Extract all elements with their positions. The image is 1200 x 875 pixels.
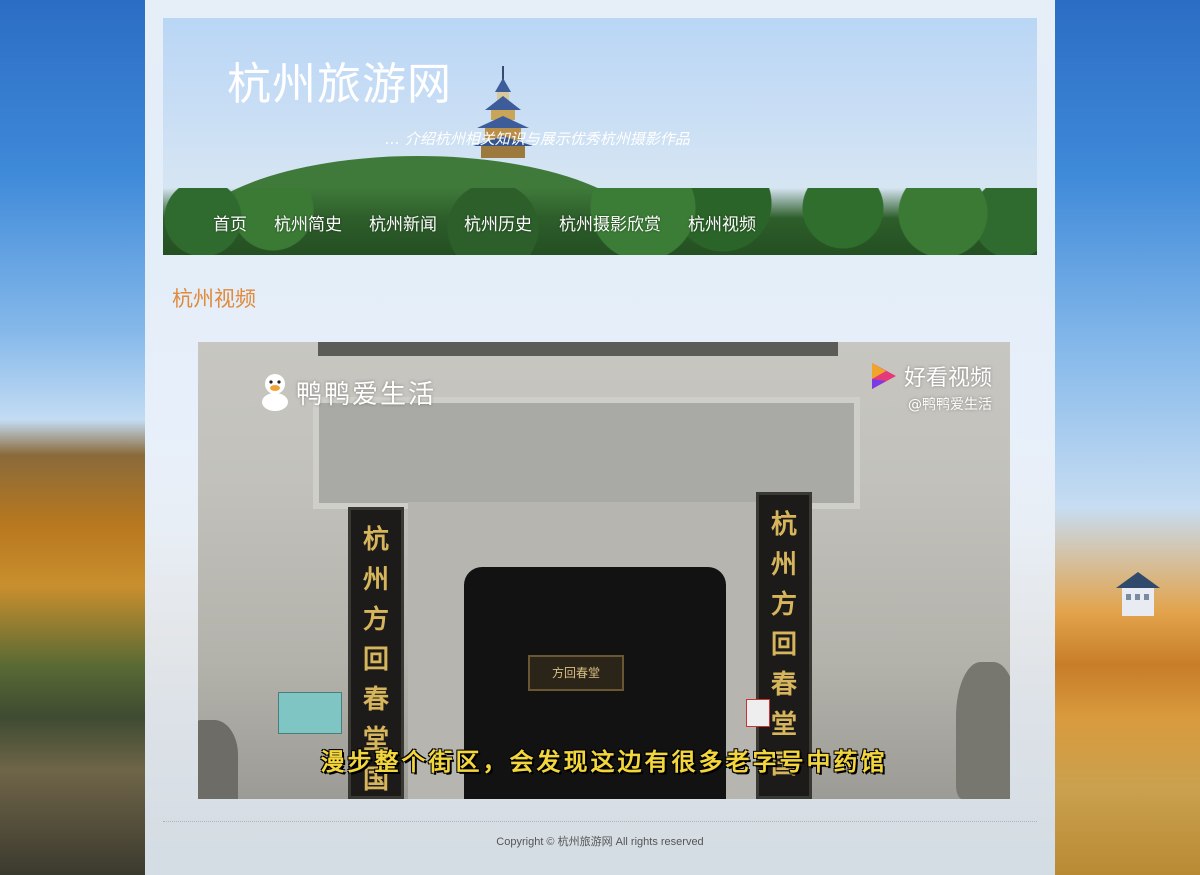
- video-frame-roof: [318, 342, 838, 356]
- video-player[interactable]: 方回春堂 杭 州 方 回 春 堂 国 杭 州 方 回 春 堂 国 鸭鸭爱生活 好…: [198, 342, 1010, 799]
- couplet-left-char: 杭: [362, 525, 389, 555]
- wall-plaque: [278, 692, 342, 734]
- page-heading: 杭州视频: [172, 287, 256, 311]
- wall-sign: [746, 699, 770, 727]
- site-header-banner: 杭州旅游网 … 介绍杭州相关知识与展示优秀杭州摄影作品 首页 杭州简史 杭州新闻…: [163, 18, 1037, 255]
- couplet-left-char: 春: [362, 685, 389, 715]
- main-nav: 首页 杭州简史 杭州新闻 杭州历史 杭州摄影欣赏 杭州视频: [213, 210, 783, 235]
- background-scenery-right: [1055, 0, 1200, 875]
- couplet-right-char: 杭: [770, 510, 797, 540]
- main-container: 杭州旅游网 … 介绍杭州相关知识与展示优秀杭州摄影作品 首页 杭州简史 杭州新闻…: [145, 0, 1055, 875]
- background-tower-icon: [1116, 572, 1160, 616]
- site-subtitle: … 介绍杭州相关知识与展示优秀杭州摄影作品: [385, 130, 690, 148]
- platform-watermark: 好看视频 @鸭鸭爱生活: [870, 360, 992, 414]
- nav-item-brief-history[interactable]: 杭州简史: [274, 210, 342, 235]
- channel-watermark-text: 鸭鸭爱生活: [296, 379, 437, 410]
- nav-item-photography[interactable]: 杭州摄影欣赏: [559, 210, 661, 235]
- site-title: 杭州旅游网: [227, 59, 452, 110]
- footer-divider: [163, 821, 1037, 822]
- couplet-left-char: 州: [362, 565, 389, 595]
- couplet-left-char: 回: [362, 645, 389, 675]
- video-caption: 漫步整个街区，会发现这边有很多老字号中药馆: [320, 747, 888, 776]
- nav-item-news[interactable]: 杭州新闻: [369, 210, 437, 235]
- nav-item-video[interactable]: 杭州视频: [688, 210, 756, 235]
- footer-copyright: Copyright © 杭州旅游网 All rights reserved: [496, 836, 704, 848]
- couplet-right-char: 回: [770, 630, 797, 660]
- platform-name: 好看视频: [903, 366, 992, 391]
- couplet-right-char: 方: [770, 590, 797, 620]
- platform-handle: @鸭鸭爱生活: [908, 397, 992, 413]
- couplet-left-char: 方: [362, 605, 389, 635]
- stone-lion-right: [956, 662, 1010, 799]
- background-scenery-left: [0, 0, 145, 875]
- play-logo-icon: [871, 363, 896, 389]
- couplet-right-char: 州: [770, 550, 797, 580]
- nav-item-home[interactable]: 首页: [213, 210, 247, 235]
- door-sign: 方回春堂: [528, 655, 624, 691]
- channel-watermark: 鸭鸭爱生活: [258, 372, 436, 412]
- duck-icon: [262, 374, 288, 411]
- site-subtitle-text: 介绍杭州相关知识与展示优秀杭州摄影作品: [404, 130, 690, 148]
- nav-item-history[interactable]: 杭州历史: [464, 210, 532, 235]
